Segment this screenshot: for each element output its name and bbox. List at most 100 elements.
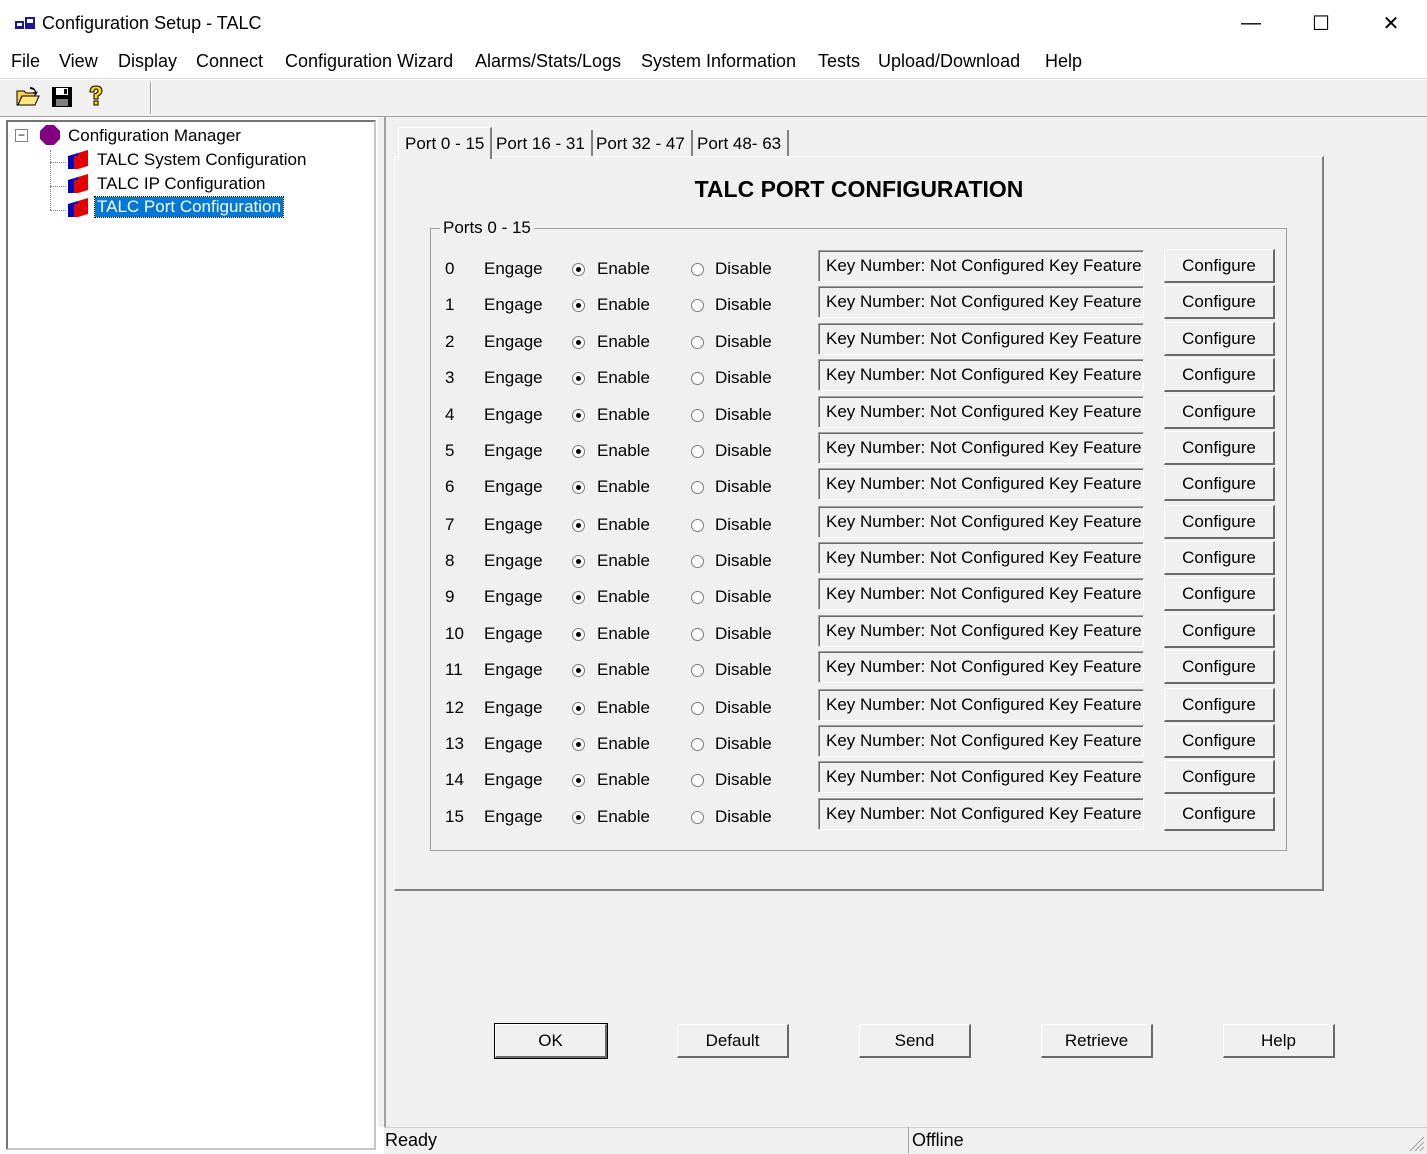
help-button[interactable] [82,83,110,111]
enable-radio[interactable] [572,481,585,494]
configure-button[interactable]: Configure [1164,724,1275,758]
save-button[interactable] [48,83,76,111]
tab-port-0-15[interactable]: Port 0 - 15 [398,127,493,159]
enable-radio[interactable] [572,555,585,568]
disable-label[interactable]: Disable [715,698,772,718]
default-button[interactable]: Default [677,1024,789,1058]
enable-label[interactable]: Enable [597,405,650,425]
disable-label[interactable]: Disable [715,515,772,535]
menu-help[interactable]: Help [1045,51,1082,72]
disable-label[interactable]: Disable [715,332,772,352]
enable-label[interactable]: Enable [597,551,650,571]
tree-item-port-configuration[interactable]: TALC Port Configuration [94,196,284,218]
enable-label[interactable]: Enable [597,515,650,535]
enable-radio[interactable] [572,263,585,276]
enable-radio[interactable] [572,336,585,349]
configure-button[interactable]: Configure [1164,358,1275,392]
menu-system-information[interactable]: System Information [641,51,796,72]
configure-button[interactable]: Configure [1164,431,1275,465]
disable-radio[interactable] [691,555,704,568]
enable-radio[interactable] [572,372,585,385]
enable-label[interactable]: Enable [597,295,650,315]
maximize-button[interactable]: ☐ [1286,0,1356,46]
configure-button[interactable]: Configure [1164,322,1275,356]
disable-radio[interactable] [691,336,704,349]
enable-label[interactable]: Enable [597,441,650,461]
disable-radio[interactable] [691,774,704,787]
disable-radio[interactable] [691,263,704,276]
configure-button[interactable]: Configure [1164,467,1275,501]
enable-radio[interactable] [572,445,585,458]
menu-display[interactable]: Display [118,51,177,72]
disable-label[interactable]: Disable [715,477,772,497]
enable-radio[interactable] [572,738,585,751]
disable-label[interactable]: Disable [715,807,772,827]
disable-radio[interactable] [691,519,704,532]
enable-radio[interactable] [572,628,585,641]
enable-label[interactable]: Enable [597,332,650,352]
menu-connect[interactable]: Connect [196,51,263,72]
close-button[interactable]: ✕ [1356,0,1426,46]
configure-button[interactable]: Configure [1164,395,1275,429]
disable-label[interactable]: Disable [715,587,772,607]
configure-button[interactable]: Configure [1164,577,1275,611]
tree-collapse-toggle[interactable]: − [15,129,28,142]
enable-radio[interactable] [572,519,585,532]
configure-button[interactable]: Configure [1164,797,1275,831]
disable-label[interactable]: Disable [715,660,772,680]
disable-radio[interactable] [691,702,704,715]
minimize-button[interactable]: — [1216,0,1286,46]
enable-label[interactable]: Enable [597,770,650,790]
enable-radio[interactable] [572,299,585,312]
disable-label[interactable]: Disable [715,295,772,315]
enable-label[interactable]: Enable [597,587,650,607]
tab-port-32-47[interactable]: Port 32 - 47 [590,130,693,158]
disable-radio[interactable] [691,628,704,641]
enable-label[interactable]: Enable [597,624,650,644]
disable-radio[interactable] [691,664,704,677]
enable-radio[interactable] [572,409,585,422]
send-button[interactable]: Send [859,1024,971,1058]
enable-radio[interactable] [572,702,585,715]
configure-button[interactable]: Configure [1164,285,1275,319]
configure-button[interactable]: Configure [1164,541,1275,575]
enable-label[interactable]: Enable [597,368,650,388]
enable-radio[interactable] [572,811,585,824]
menu-configuration-wizard[interactable]: Configuration Wizard [285,51,453,72]
disable-label[interactable]: Disable [715,624,772,644]
disable-radio[interactable] [691,481,704,494]
retrieve-button[interactable]: Retrieve [1041,1024,1153,1058]
menu-file[interactable]: File [11,51,40,72]
ok-button[interactable]: OK [494,1023,608,1059]
configure-button[interactable]: Configure [1164,688,1275,722]
configure-button[interactable]: Configure [1164,760,1275,794]
configure-button[interactable]: Configure [1164,505,1275,539]
disable-radio[interactable] [691,299,704,312]
enable-radio[interactable] [572,664,585,677]
disable-label[interactable]: Disable [715,368,772,388]
disable-label[interactable]: Disable [715,259,772,279]
configure-button[interactable]: Configure [1164,650,1275,684]
enable-label[interactable]: Enable [597,660,650,680]
configure-button[interactable]: Configure [1164,249,1275,283]
configure-button[interactable]: Configure [1164,614,1275,648]
menu-tests[interactable]: Tests [818,51,860,72]
disable-radio[interactable] [691,811,704,824]
disable-label[interactable]: Disable [715,441,772,461]
enable-label[interactable]: Enable [597,259,650,279]
disable-radio[interactable] [691,738,704,751]
enable-radio[interactable] [572,591,585,604]
enable-label[interactable]: Enable [597,734,650,754]
tree-root-label[interactable]: Configuration Manager [68,126,241,146]
enable-label[interactable]: Enable [597,698,650,718]
disable-radio[interactable] [691,372,704,385]
tab-port-48-63[interactable]: Port 48- 63 [691,130,790,158]
tab-port-16-31[interactable]: Port 16 - 31 [490,130,593,158]
enable-label[interactable]: Enable [597,807,650,827]
menu-upload-download[interactable]: Upload/Download [878,51,1020,72]
disable-radio[interactable] [691,445,704,458]
tree-item-ip-configuration[interactable]: TALC IP Configuration [97,174,266,194]
open-folder-button[interactable] [14,83,42,111]
disable-label[interactable]: Disable [715,770,772,790]
disable-label[interactable]: Disable [715,551,772,571]
